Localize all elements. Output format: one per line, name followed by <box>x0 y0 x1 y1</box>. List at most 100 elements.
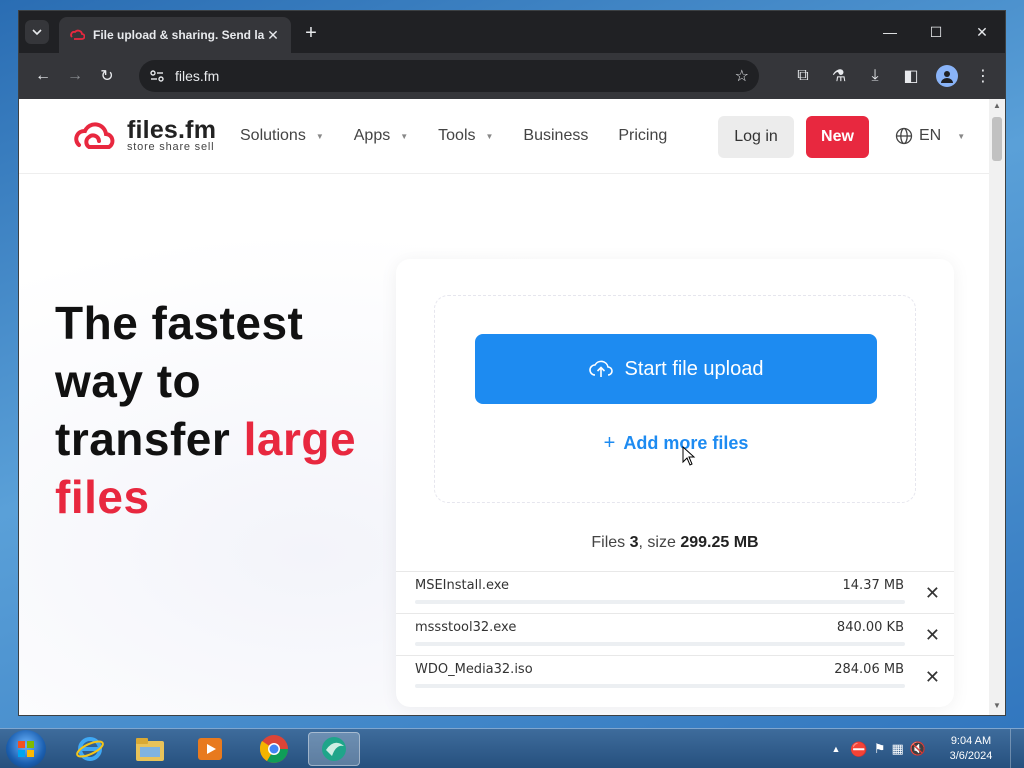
security-alert-icon[interactable]: ⛔ <box>850 741 867 758</box>
start-upload-label: Start file upload <box>624 357 764 380</box>
labs-flask-icon[interactable]: ⚗ <box>823 60 855 92</box>
site-header: files.fm store share sell Solutions ▼ App… <box>19 99 991 174</box>
file-size: 840.00 KB <box>836 620 904 635</box>
logo-tagline: store share sell <box>127 141 215 153</box>
main-nav: Solutions ▼ Apps ▼ Tools ▼ Business Pricing <box>240 127 697 145</box>
internet-explorer-icon[interactable] <box>64 732 116 766</box>
files-fm-logo[interactable]: files.fm store share sell <box>71 116 217 153</box>
avatar-icon <box>936 65 958 87</box>
file-progress-bar <box>415 600 905 604</box>
file-name: mssstool32.exe <box>415 620 517 635</box>
hero-headline: The fastest way to transfer large files <box>55 294 356 526</box>
language-selector[interactable]: EN ▼ <box>895 127 965 145</box>
cloud-logo-icon <box>74 122 115 149</box>
nav-tools[interactable]: Tools ▼ <box>438 127 493 145</box>
tab-title: File upload & sharing. Send lar <box>93 28 265 42</box>
file-row: WDO_Media32.iso 284.06 MB ✕ <box>396 655 954 697</box>
address-bar[interactable]: files.fm ☆ <box>139 60 759 92</box>
side-panel-icon[interactable]: ◧ <box>895 60 927 92</box>
scroll-up-icon[interactable]: ▲ <box>989 101 1005 115</box>
volume-muted-icon[interactable]: 🔇 <box>910 741 926 757</box>
file-name: MSEInstall.exe <box>415 578 510 593</box>
nav-apps[interactable]: Apps ▼ <box>354 127 408 145</box>
summary-files-count: 3 <box>629 534 639 551</box>
mouse-cursor-icon <box>682 446 696 466</box>
tab-strip: File upload & sharing. Send lar ✕ + — ☐ … <box>19 11 1005 53</box>
login-button[interactable]: Log in <box>718 116 794 158</box>
site-settings-icon[interactable] <box>149 68 165 84</box>
start-button[interactable] <box>6 730 46 768</box>
media-player-icon[interactable] <box>184 732 236 766</box>
caret-down-icon: ▼ <box>485 131 494 141</box>
minimize-button[interactable]: — <box>867 11 913 53</box>
forward-button[interactable]: → <box>59 60 91 92</box>
show-desktop-button[interactable] <box>1010 729 1024 768</box>
chevron-down-icon <box>32 29 42 36</box>
headline-line-3: transfer large <box>55 410 356 468</box>
remove-file-icon[interactable]: ✕ <box>925 625 940 646</box>
scroll-down-icon[interactable]: ▼ <box>989 701 1005 715</box>
caret-down-icon: ▼ <box>957 131 966 141</box>
chrome-icon[interactable] <box>248 732 300 766</box>
nav-tools-label: Tools <box>438 127 476 144</box>
reload-button[interactable]: ↻ <box>91 60 123 92</box>
file-size: 14.37 MB <box>842 578 904 593</box>
menu-kebab-icon[interactable]: ⋮ <box>967 60 999 92</box>
clock[interactable]: 9:04 AM 3/6/2024 <box>936 734 1006 764</box>
bookmark-star-icon[interactable]: ☆ <box>735 66 749 86</box>
start-upload-button[interactable]: Start file upload <box>475 334 877 404</box>
scroll-thumb[interactable] <box>992 117 1002 161</box>
back-button[interactable]: ← <box>27 60 59 92</box>
tab-search-button[interactable] <box>25 20 49 44</box>
add-more-files-link[interactable]: + Add more files <box>435 432 917 455</box>
cloud-upload-icon <box>588 360 613 377</box>
action-center-flag-icon[interactable]: ⚑ <box>874 741 886 757</box>
nav-apps-label: Apps <box>353 127 391 144</box>
show-hidden-icons-icon[interactable]: ▲ <box>832 744 841 754</box>
caret-down-icon: ▼ <box>315 131 324 141</box>
profile-button[interactable] <box>931 60 963 92</box>
headline-line-1: The fastest <box>55 297 304 349</box>
nav-pricing[interactable]: Pricing <box>618 127 667 145</box>
nav-solutions[interactable]: Solutions ▼ <box>240 127 324 145</box>
toolbar-actions: ⧉ ⚗ ⤓ ◧ ⋮ <box>787 60 999 92</box>
file-explorer-icon[interactable] <box>124 732 176 766</box>
dropzone[interactable]: Start file upload + Add more files <box>434 295 916 503</box>
browser-tab-active[interactable]: File upload & sharing. Send lar ✕ <box>59 17 291 53</box>
headline-line-3a: transfer <box>55 413 244 465</box>
headline-line-4: files <box>55 471 150 523</box>
close-window-button[interactable]: ✕ <box>959 11 1005 53</box>
active-app-icon[interactable] <box>308 732 360 766</box>
taskbar: ▲ ⛔ ⚑ ▦ 🔇 9:04 AM 3/6/2024 <box>0 728 1024 768</box>
logo-name: files.fm <box>127 116 217 144</box>
file-row: mssstool32.exe 840.00 KB ✕ <box>396 613 954 655</box>
new-button[interactable]: New <box>806 116 869 158</box>
network-icon[interactable]: ▦ <box>892 741 904 757</box>
language-label: EN <box>919 127 942 144</box>
page-scrollbar[interactable]: ▲ ▼ <box>989 99 1005 715</box>
browser-toolbar: ← → ↻ files.fm ☆ ⧉ ⚗ ⤓ ◧ ⋮ <box>19 53 1005 99</box>
headline-line-2: way to <box>55 355 202 407</box>
new-tab-button[interactable]: + <box>299 21 323 45</box>
caret-down-icon: ▼ <box>400 131 409 141</box>
nav-business[interactable]: Business <box>523 127 588 145</box>
file-size: 284.06 MB <box>834 662 904 677</box>
page-viewport: files.fm store share sell Solutions ▼ App… <box>19 99 991 715</box>
nav-business-label: Business <box>523 127 589 144</box>
system-tray: ▲ ⛔ ⚑ ▦ 🔇 9:04 AM 3/6/2024 <box>832 729 1024 768</box>
file-row: MSEInstall.exe 14.37 MB ✕ <box>396 571 954 613</box>
file-progress-bar <box>415 684 905 688</box>
tab-close-icon[interactable]: ✕ <box>265 27 281 44</box>
remove-file-icon[interactable]: ✕ <box>925 583 940 604</box>
maximize-button[interactable]: ☐ <box>913 11 959 53</box>
nav-solutions-label: Solutions <box>240 127 306 144</box>
remove-file-icon[interactable]: ✕ <box>925 667 940 688</box>
url-text: files.fm <box>175 68 220 84</box>
extensions-icon[interactable]: ⧉ <box>787 60 819 92</box>
plus-icon: + <box>603 432 616 454</box>
nav-pricing-label: Pricing <box>618 127 668 144</box>
upload-card: Start file upload + Add more files Files … <box>396 259 954 707</box>
windows-logo-icon <box>18 741 34 757</box>
downloads-icon[interactable]: ⤓ <box>859 60 891 92</box>
files-fm-favicon-icon <box>70 29 85 40</box>
